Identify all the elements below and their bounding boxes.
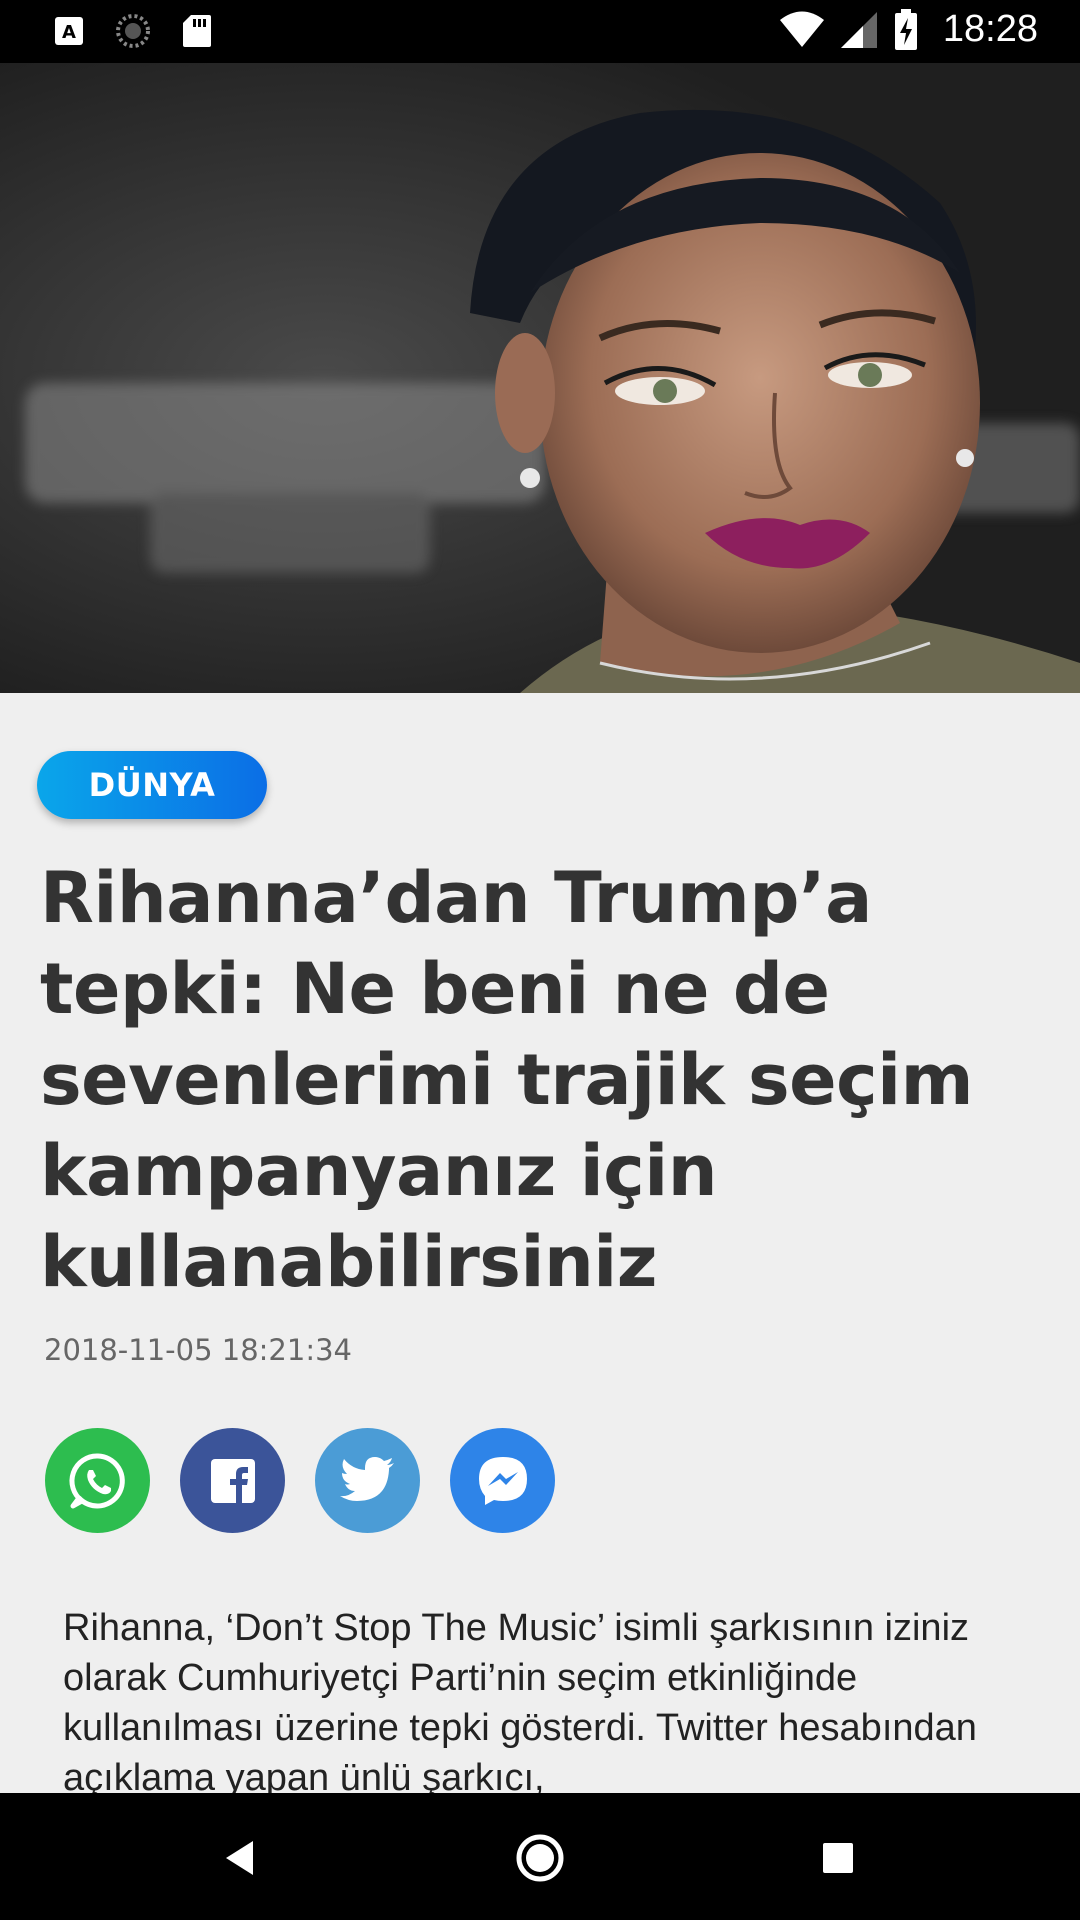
home-icon <box>516 1834 564 1882</box>
recents-icon <box>823 1843 853 1873</box>
battery-charging-icon <box>893 8 919 50</box>
messenger-share-button[interactable] <box>450 1428 555 1533</box>
article-content: DÜNYA Rihanna’dan Trump’a tepki: Ne beni… <box>0 693 1080 1793</box>
share-buttons <box>45 1428 555 1533</box>
whatsapp-share-button[interactable] <box>45 1428 150 1533</box>
a-notification-icon: A <box>50 12 88 50</box>
facebook-share-button[interactable] <box>180 1428 285 1533</box>
facebook-icon <box>210 1458 255 1503</box>
recents-button[interactable] <box>803 1823 873 1893</box>
article-hero-image <box>0 63 1080 693</box>
twitter-icon <box>339 1456 394 1501</box>
article-body: Rihanna, ‘Don’t Stop The Music’ isimli ş… <box>63 1607 977 1793</box>
whatsapp-icon <box>68 1452 125 1508</box>
messenger-icon <box>478 1456 527 1505</box>
back-button[interactable] <box>205 1823 275 1893</box>
signal-icon <box>839 11 879 49</box>
home-button[interactable] <box>505 1823 575 1893</box>
twitter-share-button[interactable] <box>315 1428 420 1533</box>
category-badge[interactable]: DÜNYA <box>37 751 267 819</box>
wifi-icon <box>779 11 825 49</box>
navigation-bar <box>0 1793 1080 1920</box>
status-right-icons: 18:28 <box>779 8 1038 51</box>
status-left-icons: A <box>50 12 216 50</box>
svg-text:A: A <box>62 22 76 43</box>
article-title: Rihanna’dan Trump’a tepki: Ne beni ne de… <box>40 857 974 1303</box>
loading-icon <box>114 12 152 50</box>
back-icon <box>226 1841 253 1875</box>
article-date: 2018-11-05 18:21:34 <box>44 1333 352 1367</box>
sd-card-icon <box>178 12 216 50</box>
status-bar: A 18:28 <box>0 0 1080 63</box>
clock: 18:28 <box>942 8 1038 50</box>
